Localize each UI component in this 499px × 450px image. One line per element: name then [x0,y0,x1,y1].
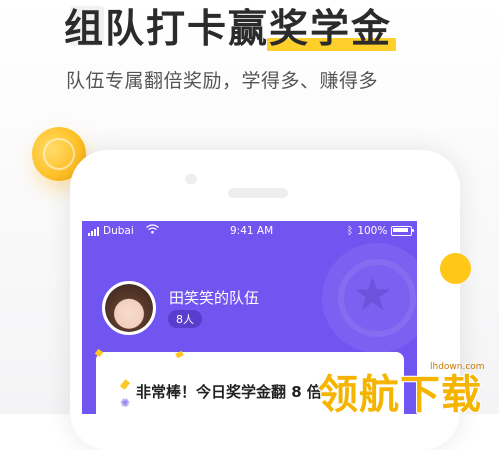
battery-percent: 100% [357,225,388,237]
phone-speaker [228,188,288,198]
carrier-group: Dubai [88,225,134,237]
subheadline: 队伍专属翻倍奖励，学得多、赚得多 [66,70,379,92]
avatar[interactable] [102,281,156,335]
battery-icon [391,226,415,236]
member-count-badge: 8人 [168,310,202,328]
status-time: 9:41 AM [230,225,274,237]
medal-background: ★ [322,243,417,353]
medal-star-icon: ★ [352,267,394,321]
bluetooth-icon: ᛒ [347,225,354,237]
signal-icon [88,226,99,236]
headline-plain: 组队打卡赢 [64,7,270,52]
watermark-text: 领航下载 [318,372,482,418]
card-message: 非常棒！今日奖学金翻 8 倍 [136,383,322,401]
spinner-icon: ✺ [120,396,131,410]
headline: 组队打卡赢奖学金 [64,4,397,56]
battery-group: ᛒ 100% [347,225,415,237]
coin-ring [38,133,80,175]
wifi-icon [146,223,159,237]
team-name[interactable]: 田笑笑的队伍 [169,287,259,308]
avatar-image [105,284,153,332]
decorative-yellow-dot [440,253,471,284]
headline-highlight: 奖学金 [267,4,397,56]
status-bar: Dubai 9:41 AM ᛒ 100% [82,221,417,241]
phone-camera [185,174,197,184]
carrier-label: Dubai [103,225,134,237]
